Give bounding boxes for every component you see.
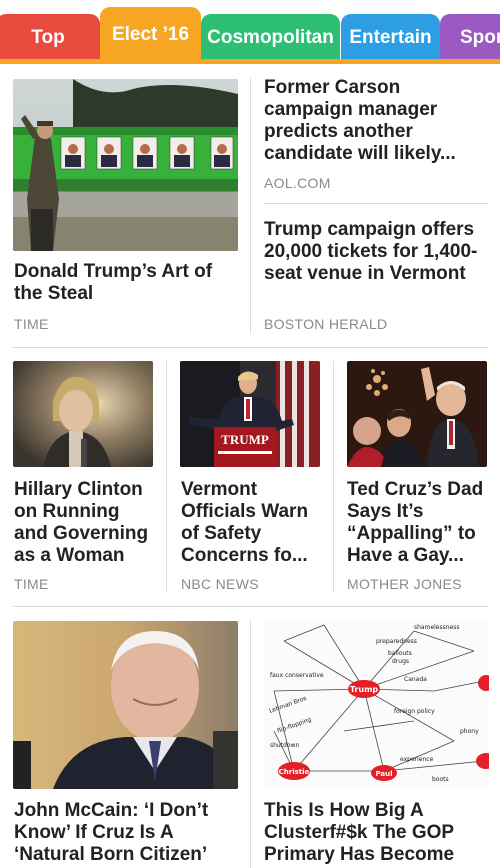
gop-diagram-image: Trump Christie Paul shamelessness prepar…: [264, 621, 489, 789]
tab-entertain[interactable]: Entertain: [341, 14, 440, 62]
diagram-label: boots: [432, 776, 449, 783]
row-divider: [264, 203, 489, 204]
article-headline: John McCain: ‘I Don’t Know’ If Cruz Is A…: [14, 800, 209, 865]
diagram-label: shutdown: [270, 742, 299, 749]
clinton-image: [13, 361, 153, 467]
tab-sports[interactable]: Sports: [440, 14, 500, 62]
trump-podium-image: TRUMP: [180, 361, 320, 467]
diagram-label: drugs: [392, 658, 409, 665]
tab-cosmopolitan[interactable]: Cosmopolitan: [201, 14, 340, 62]
article-card-trump-tickets-vermont[interactable]: Trump campaign offers 20,000 tickets for…: [251, 205, 500, 346]
diagram-label: shamelessness: [414, 624, 460, 631]
article-source: NBC NEWS: [181, 576, 259, 592]
article-headline: Vermont Officials Warn of Safety Concern…: [181, 479, 309, 566]
tab-top[interactable]: Top: [0, 14, 100, 62]
article-headline: Ted Cruz’s Dad Says It’s “Appalling” to …: [347, 479, 484, 566]
article-source: TIME: [14, 576, 49, 592]
article-card-mccain-cruz[interactable]: John McCain: ‘I Don’t Know’ If Cruz Is A…: [0, 607, 250, 868]
diagram-label: experience: [400, 756, 434, 763]
article-card-hillary-clinton[interactable]: Hillary Clinton on Running and Governing…: [0, 348, 166, 606]
cruz-image: [347, 361, 487, 467]
article-source: MOTHER JONES: [347, 576, 462, 592]
diagram-node-trump: Trump: [350, 685, 379, 694]
article-card-carson-manager[interactable]: Former Carson campaign manager predicts …: [251, 64, 500, 200]
diagram-label: preparedness: [376, 638, 417, 645]
article-headline: Donald Trump’s Art of the Steal: [14, 261, 213, 304]
diagram-label: ballouts: [388, 650, 412, 657]
diagram-node-christie: Christie: [279, 768, 310, 776]
diagram-label: phony: [460, 728, 479, 735]
article-card-vermont-officials[interactable]: TRUMP Vermont Officials Warn of Safety C…: [167, 348, 333, 606]
trump-bus-image: [13, 79, 238, 251]
article-card-gop-primary[interactable]: Trump Christie Paul shamelessness prepar…: [251, 607, 500, 868]
diagram-label: Canada: [404, 676, 427, 683]
article-source: AOL.COM: [264, 175, 331, 191]
category-tab-bar: Top Elect ’16 Cosmopolitan Entertain Spo…: [0, 0, 500, 64]
article-headline: Former Carson campaign manager predicts …: [264, 77, 456, 164]
article-card-trump-art-of-steal[interactable]: Donald Trump’s Art of the Steal TIME: [0, 64, 250, 347]
tab-elect-16[interactable]: Elect ’16: [100, 7, 201, 62]
diagram-label: foreign policy: [394, 708, 435, 715]
article-source: TIME: [14, 316, 49, 332]
podium-text: TRUMP: [221, 432, 269, 447]
diagram-label: faux conservative: [270, 672, 324, 679]
mccain-image: [13, 621, 238, 789]
article-headline: Trump campaign offers 20,000 tickets for…: [264, 219, 478, 284]
article-source: BOSTON HERALD: [264, 316, 388, 332]
article-headline: This Is How Big A Clusterf#$k The GOP Pr…: [264, 800, 455, 865]
article-card-ted-cruz-dad[interactable]: Ted Cruz’s Dad Says It’s “Appalling” to …: [334, 348, 500, 606]
article-headline: Hillary Clinton on Running and Governing…: [14, 479, 149, 566]
diagram-node-paul: Paul: [375, 770, 392, 778]
